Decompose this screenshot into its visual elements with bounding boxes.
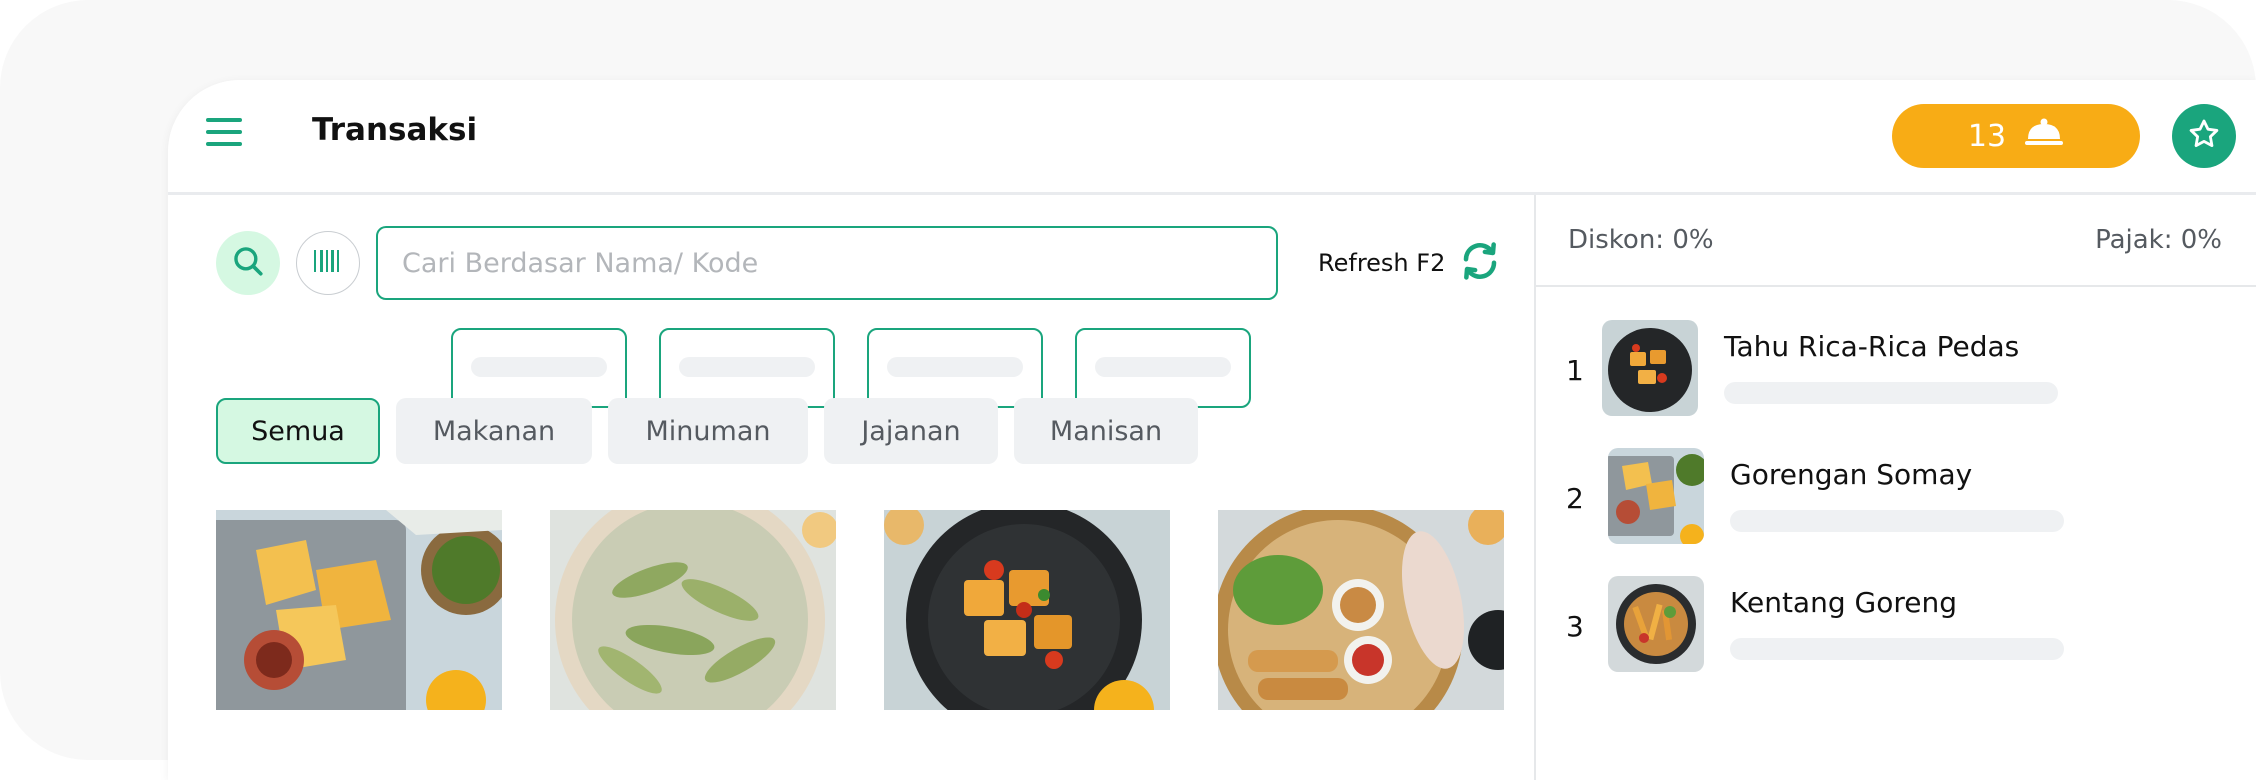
- barcode-icon: [312, 248, 344, 279]
- loading-placeholder: [887, 357, 1023, 377]
- order-summary-bar: Diskon: 0% Pajak: 0%: [1536, 195, 2256, 287]
- loading-placeholder: [1095, 357, 1231, 377]
- quick-filter-button[interactable]: [451, 328, 627, 408]
- tab-minuman[interactable]: Minuman: [608, 398, 808, 464]
- hamburger-menu-icon[interactable]: [206, 118, 242, 148]
- loading-placeholder: [679, 357, 815, 377]
- refresh-icon: [1459, 238, 1501, 289]
- cloche-icon: [2024, 117, 2064, 155]
- quick-filter-button[interactable]: [1075, 328, 1251, 408]
- loading-placeholder: [1730, 638, 2064, 660]
- cart-item-image: [1608, 576, 1704, 672]
- cart-item[interactable]: 1 Tahu Rica-Rica Pedas: [1536, 320, 2256, 430]
- loading-placeholder: [471, 357, 607, 377]
- product-card[interactable]: [1218, 510, 1504, 710]
- product-card[interactable]: [216, 510, 502, 710]
- barcode-scan-button[interactable]: [296, 231, 360, 295]
- product-card[interactable]: [550, 510, 836, 710]
- page-title: Transaksi: [312, 112, 478, 148]
- tax-label: Pajak: 0%: [2095, 225, 2222, 255]
- favorite-button[interactable]: [2172, 104, 2236, 168]
- orders-badge-button[interactable]: 13: [1892, 104, 2140, 168]
- cart-item[interactable]: 3 Kentang Goreng: [1536, 576, 2256, 686]
- cart-item-index: 1: [1566, 354, 1584, 387]
- quick-filter-button[interactable]: [659, 328, 835, 408]
- refresh-label: Refresh F2: [1318, 249, 1446, 277]
- star-icon: [2187, 117, 2221, 156]
- cart-item-name: Tahu Rica-Rica Pedas: [1724, 330, 2020, 363]
- search-input[interactable]: [376, 226, 1278, 300]
- tab-manisan[interactable]: Manisan: [1014, 398, 1198, 464]
- product-image: [884, 510, 1170, 710]
- order-panel: Diskon: 0% Pajak: 0% 1 Tahu Rica-Rica Pe…: [1534, 195, 2256, 780]
- cart-item-image: [1608, 448, 1704, 544]
- tab-makanan[interactable]: Makanan: [396, 398, 592, 464]
- product-card[interactable]: [884, 510, 1170, 710]
- refresh-button[interactable]: Refresh F2: [1318, 235, 1501, 291]
- loading-placeholder: [1730, 510, 2064, 532]
- product-image: [216, 510, 502, 710]
- tab-jajanan[interactable]: Jajanan: [824, 398, 998, 464]
- tab-semua[interactable]: Semua: [216, 398, 380, 464]
- orders-count: 13: [1967, 118, 2007, 154]
- cart-item-index: 2: [1566, 482, 1584, 515]
- cart-item-name: Gorengan Somay: [1730, 458, 1973, 491]
- discount-label: Diskon: 0%: [1568, 225, 1714, 255]
- cart-item-name: Kentang Goreng: [1730, 586, 1957, 619]
- cart-item-image: [1602, 320, 1698, 416]
- search-button[interactable]: [216, 231, 280, 295]
- quick-filter-button[interactable]: [867, 328, 1043, 408]
- pos-app-window: Transaksi 13 Cari Berdasar Nama/ Kode Re…: [168, 80, 2256, 780]
- cart-item-index: 3: [1566, 610, 1584, 643]
- top-bar: Transaksi 13: [168, 80, 2256, 195]
- search-icon: [231, 244, 265, 283]
- product-image: [1218, 510, 1504, 710]
- product-image: [550, 510, 836, 710]
- cart-item[interactable]: 2 Gorengan Somay: [1536, 448, 2256, 558]
- loading-placeholder: [1724, 382, 2058, 404]
